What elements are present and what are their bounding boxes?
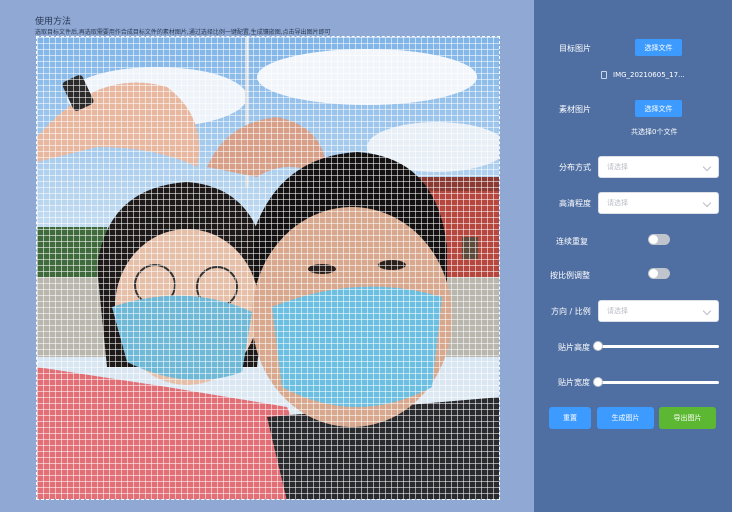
toggle-knob <box>649 235 658 244</box>
document-icon <box>601 71 607 79</box>
chevron-down-icon <box>702 198 712 208</box>
mosaic-preview-canvas[interactable] <box>36 36 500 500</box>
chevron-down-icon <box>702 306 712 316</box>
export-image-button[interactable]: 导出图片 <box>659 407 716 429</box>
target-file-name: IMG_20210605_17... <box>613 71 685 79</box>
select-target-file-button[interactable]: 选择文件 <box>635 39 682 56</box>
distribution-placeholder: 请选择 <box>607 163 628 171</box>
generate-image-button[interactable]: 生成图片 <box>597 407 654 429</box>
chevron-down-icon <box>702 162 712 172</box>
tile-height-label: 贴片高度 <box>558 343 590 352</box>
repeat-label: 连续重复 <box>556 237 588 246</box>
target-image-label: 目标图片 <box>559 44 591 53</box>
mosaic-grid-overlay <box>37 37 499 499</box>
direction-ratio-label: 方向 / 比例 <box>551 307 591 316</box>
toggle-knob <box>649 269 658 278</box>
material-image-label: 素材图片 <box>559 105 591 114</box>
ratio-adjust-toggle[interactable] <box>648 268 670 279</box>
ratio-adjust-label: 按比例调整 <box>550 271 590 280</box>
tile-height-slider[interactable] <box>593 341 719 351</box>
distribution-label: 分布方式 <box>559 163 591 172</box>
help-title: 使用方法 <box>35 17 72 27</box>
select-material-files-button[interactable]: 选择文件 <box>635 100 682 117</box>
direction-ratio-select[interactable]: 请选择 <box>598 300 719 322</box>
tile-width-slider[interactable] <box>593 377 719 387</box>
clarity-placeholder: 请选择 <box>607 199 628 207</box>
help-text: 选取目标文件后,再选取需要用作合成目标文件的素材图片,通过选择比例一键配置,生成… <box>35 29 331 36</box>
tile-width-label: 贴片宽度 <box>558 378 590 387</box>
reset-button[interactable]: 重置 <box>549 407 591 429</box>
slider-thumb[interactable] <box>593 341 603 351</box>
preview-area: 使用方法 选取目标文件后,再选取需要用作合成目标文件的素材图片,通过选择比例一键… <box>0 0 534 512</box>
clarity-label: 高清程度 <box>559 199 591 208</box>
material-file-count: 共选择0个文件 <box>631 128 678 136</box>
settings-panel: 目标图片 选择文件 IMG_20210605_17... 素材图片 选择文件 共… <box>534 0 732 512</box>
distribution-select[interactable]: 请选择 <box>598 156 719 178</box>
direction-placeholder: 请选择 <box>607 307 628 315</box>
clarity-select[interactable]: 请选择 <box>598 192 719 214</box>
slider-thumb[interactable] <box>593 377 603 387</box>
repeat-toggle[interactable] <box>648 234 670 245</box>
